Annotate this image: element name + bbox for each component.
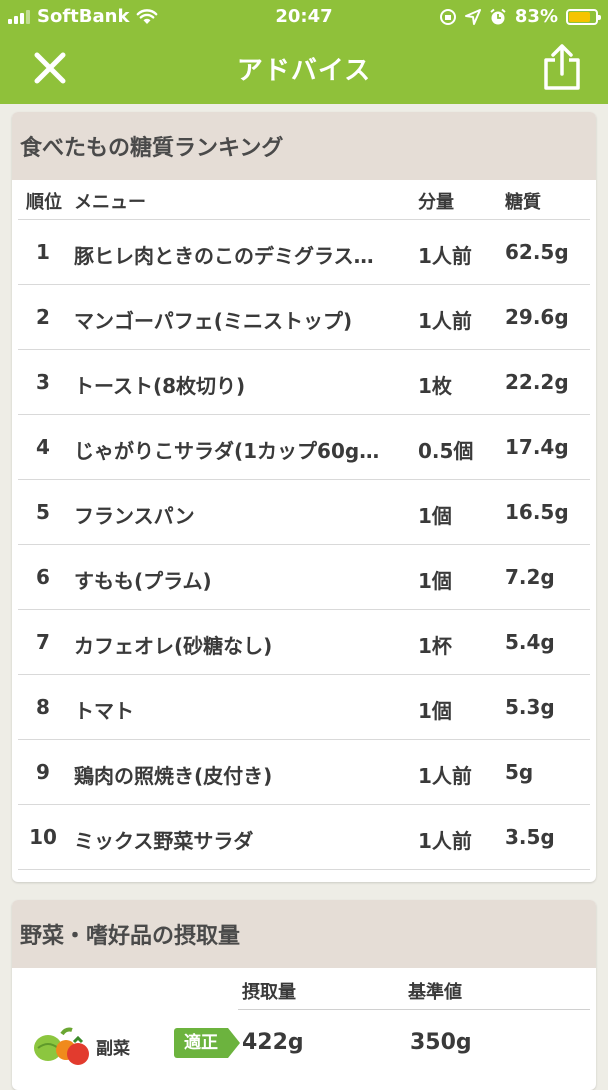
table-row[interactable]: 1 豚ヒレ肉ときのこのデミグラス… 1人前 62.5g	[18, 220, 590, 285]
row-sugar: 62.5g	[505, 240, 569, 264]
ranking-table-header: 順位 メニュー 分量 糖質	[18, 180, 590, 220]
table-row[interactable]: 7 カフェオレ(砂糖なし) 1杯 5.4g	[18, 610, 590, 675]
rotation-lock-icon	[439, 8, 456, 25]
vegetable-intake-card: 野菜・嗜好品の摂取量 摂取量 基準値 副菜 適正 422g 350g	[12, 900, 596, 1090]
row-sugar: 5g	[505, 760, 534, 784]
row-qty: 1個	[418, 699, 452, 723]
row-menu: トマト	[74, 699, 134, 723]
table-row[interactable]: 5 フランスパン 1個 16.5g	[18, 480, 590, 545]
table-row[interactable]: 8 トマト 1個 5.3g	[18, 675, 590, 740]
row-qty: 1人前	[418, 829, 472, 853]
table-row[interactable]: 6 すもも(プラム) 1個 7.2g	[18, 545, 590, 610]
app-header: SoftBank 20:47 83% アドバイス	[0, 0, 608, 104]
row-menu: 鶏肉の照焼き(皮付き)	[74, 764, 273, 788]
vegetables-icon	[34, 1027, 89, 1065]
row-sugar: 16.5g	[505, 500, 569, 524]
row-rank: 8	[36, 695, 50, 719]
share-icon[interactable]	[540, 42, 584, 92]
row-menu: すもも(プラム)	[74, 569, 212, 593]
battery-icon	[566, 8, 601, 25]
sugar-ranking-card: 食べたもの糖質ランキング 順位 メニュー 分量 糖質 1 豚ヒレ肉ときのこのデミ…	[12, 112, 596, 882]
table-row[interactable]: 4 じゃがりこサラダ(1カップ60g… 0.5個 17.4g	[18, 415, 590, 480]
row-rank: 3	[36, 370, 50, 394]
row-qty: 0.5個	[418, 439, 474, 463]
header-rank: 順位	[26, 192, 62, 213]
status-bar: SoftBank 20:47 83%	[0, 0, 608, 34]
row-rank: 7	[36, 630, 50, 654]
vegetable-table-header: 摂取量 基準値	[238, 968, 590, 1010]
row-sugar: 5.3g	[505, 695, 555, 719]
intake-value: 422g	[242, 1030, 304, 1055]
row-rank: 10	[29, 825, 57, 849]
table-row[interactable]: 3 トースト(8枚切り) 1枚 22.2g	[18, 350, 590, 415]
row-sugar: 29.6g	[505, 305, 569, 329]
header-sugar: 糖質	[505, 192, 541, 213]
row-sugar: 7.2g	[505, 565, 555, 589]
side-dish-row[interactable]: 副菜 適正 422g 350g	[12, 1010, 596, 1080]
row-sugar: 3.5g	[505, 825, 555, 849]
row-qty: 1人前	[418, 764, 472, 788]
header-standard: 基準値	[408, 982, 462, 1003]
table-row[interactable]: 2 マンゴーパフェ(ミニストップ) 1人前 29.6g	[18, 285, 590, 350]
row-sugar: 5.4g	[505, 630, 555, 654]
row-menu: トースト(8枚切り)	[74, 374, 246, 398]
status-badge: 適正	[174, 1028, 240, 1058]
row-sugar: 22.2g	[505, 370, 569, 394]
row-rank: 2	[36, 305, 50, 329]
row-menu: マンゴーパフェ(ミニストップ)	[74, 309, 353, 333]
row-rank: 6	[36, 565, 50, 589]
page-title: アドバイス	[236, 56, 372, 86]
vegetable-intake-title: 野菜・嗜好品の摂取量	[12, 900, 596, 968]
row-menu: フランスパン	[74, 504, 195, 528]
standard-value: 350g	[410, 1030, 472, 1055]
battery-percent: 83%	[514, 6, 558, 27]
row-qty: 1個	[418, 504, 452, 528]
row-rank: 4	[36, 435, 50, 459]
ranking-title: 食べたもの糖質ランキング	[12, 112, 596, 180]
row-qty: 1個	[418, 569, 452, 593]
row-rank: 5	[36, 500, 50, 524]
table-row[interactable]: 10 ミックス野菜サラダ 1人前 3.5g	[18, 805, 590, 870]
location-icon	[464, 8, 481, 25]
row-menu: ミックス野菜サラダ	[74, 829, 254, 853]
row-qty: 1杯	[418, 634, 452, 658]
row-sugar: 17.4g	[505, 435, 569, 459]
row-rank: 9	[36, 760, 50, 784]
header-qty: 分量	[418, 192, 454, 213]
ranking-rows: 1 豚ヒレ肉ときのこのデミグラス… 1人前 62.5g 2 マンゴーパフェ(ミニ…	[12, 220, 596, 870]
row-qty: 1人前	[418, 244, 472, 268]
row-menu: じゃがりこサラダ(1カップ60g…	[74, 439, 380, 463]
row-menu: カフェオレ(砂糖なし)	[74, 634, 273, 658]
navigation-bar: アドバイス	[0, 34, 608, 104]
row-qty: 1人前	[418, 309, 472, 333]
row-qty: 1枚	[418, 374, 452, 398]
side-dish-label: 副菜	[96, 1039, 130, 1059]
alarm-icon	[490, 8, 506, 24]
header-menu: メニュー	[74, 192, 146, 213]
row-menu: 豚ヒレ肉ときのこのデミグラス…	[74, 244, 374, 268]
table-row[interactable]: 9 鶏肉の照焼き(皮付き) 1人前 5g	[18, 740, 590, 805]
row-rank: 1	[36, 240, 50, 264]
header-intake: 摂取量	[242, 982, 296, 1003]
